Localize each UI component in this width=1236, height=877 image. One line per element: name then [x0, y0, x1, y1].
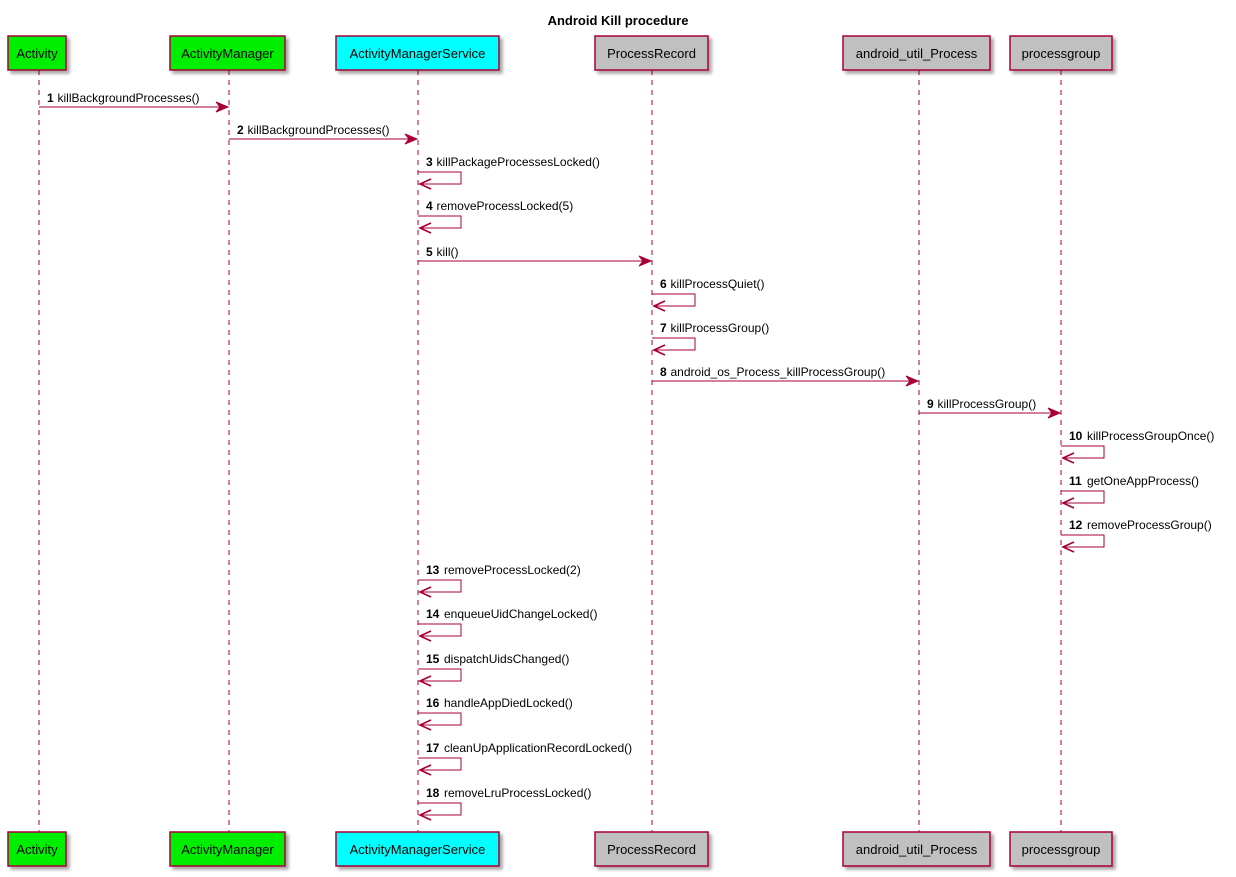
- message-number: 3: [426, 155, 433, 169]
- participant-label: ProcessRecord: [607, 46, 696, 61]
- message-label: removeProcessLocked(2): [444, 563, 581, 577]
- message-3: 3 killPackageProcessesLocked(): [418, 155, 600, 190]
- message-14: 14 enqueueUidChangeLocked(): [418, 607, 597, 642]
- participant-activitymanager-bottom: ActivityManager: [169, 831, 286, 867]
- message-number: 7: [660, 321, 667, 335]
- participant-label: processgroup: [1022, 842, 1101, 857]
- participant-headers-top: Activity ActivityManager ActivityManagerSe…: [7, 35, 1113, 71]
- participant-processrecord-top: ProcessRecord: [594, 35, 709, 71]
- sequence-diagram: Android Kill procedure Activity ActivityM…: [7, 13, 1214, 867]
- message-label: dispatchUidsChanged(): [444, 652, 569, 666]
- message-9: 9 killProcessGroup(): [919, 397, 1062, 419]
- participant-headers-bottom: Activity ActivityManager ActivityManagerSe…: [7, 831, 1113, 867]
- diagram-title: Android Kill procedure: [548, 13, 689, 28]
- participant-label: ActivityManagerService: [350, 46, 486, 61]
- participant-label: ActivityManager: [181, 46, 274, 61]
- participant-label: Activity: [16, 842, 58, 857]
- participant-label: processgroup: [1022, 46, 1101, 61]
- participant-activity-top: Activity: [7, 35, 67, 71]
- message-13: 13 removeProcessLocked(2): [418, 563, 581, 598]
- participant-label: ProcessRecord: [607, 842, 696, 857]
- message-label: removeLruProcessLocked(): [444, 786, 591, 800]
- participant-processgroup-bottom: processgroup: [1009, 831, 1113, 867]
- message-12: 12 removeProcessGroup(): [1061, 518, 1212, 553]
- message-label: removeProcessLocked(5): [437, 199, 574, 213]
- message-number: 13: [426, 563, 440, 577]
- participant-label: android_util_Process: [856, 842, 978, 857]
- message-5: 5 kill(): [418, 245, 653, 267]
- message-label: getOneAppProcess(): [1087, 474, 1199, 488]
- participant-android_util_process-bottom: android_util_Process: [842, 831, 991, 867]
- participant-processgroup-top: processgroup: [1009, 35, 1113, 71]
- message-17: 17 cleanUpApplicationRecordLocked(): [418, 741, 632, 776]
- message-7: 7 killProcessGroup(): [652, 321, 770, 356]
- participant-activitymanager-top: ActivityManager: [169, 35, 286, 71]
- message-8: 8 android_os_Process_killProcessGroup(): [652, 365, 920, 387]
- message-number: 4: [426, 199, 433, 213]
- message-label: killBackgroundProcesses(): [248, 123, 390, 137]
- message-10: 10 killProcessGroupOnce(): [1061, 429, 1214, 464]
- message-label: killProcessGroup(): [671, 321, 770, 335]
- participant-label: Activity: [16, 46, 58, 61]
- messages: 1 killBackgroundProcesses() 2 killBackgroun…: [39, 91, 1214, 821]
- message-number: 16: [426, 696, 440, 710]
- participant-ams-top: ActivityManagerService: [335, 35, 500, 71]
- message-number: 8: [660, 365, 667, 379]
- message-number: 9: [927, 397, 934, 411]
- message-6: 6 killProcessQuiet(): [652, 277, 765, 312]
- message-11: 11 getOneAppProcess(): [1061, 474, 1199, 509]
- message-label: killProcessGroupOnce(): [1087, 429, 1214, 443]
- message-18: 18 removeLruProcessLocked(): [418, 786, 591, 821]
- participant-activity-bottom: Activity: [7, 831, 67, 867]
- message-label: enqueueUidChangeLocked(): [444, 607, 597, 621]
- participant-ams-bottom: ActivityManagerService: [335, 831, 500, 867]
- message-label: killPackageProcessesLocked(): [437, 155, 600, 169]
- message-label: cleanUpApplicationRecordLocked(): [444, 741, 632, 755]
- message-number: 17: [426, 741, 440, 755]
- lifelines: [38, 70, 1062, 832]
- message-15: 15 dispatchUidsChanged(): [418, 652, 569, 687]
- message-number: 5: [426, 245, 433, 259]
- message-label: android_os_Process_killProcessGroup(): [671, 365, 886, 379]
- message-label: killProcessGroup(): [938, 397, 1037, 411]
- message-1: 1 killBackgroundProcesses(): [39, 91, 230, 113]
- participant-label: ActivityManager: [181, 842, 274, 857]
- message-number: 15: [426, 652, 440, 666]
- participant-label: ActivityManagerService: [350, 842, 486, 857]
- message-label: kill(): [437, 245, 459, 259]
- message-number: 12: [1069, 518, 1083, 532]
- participant-processrecord-bottom: ProcessRecord: [594, 831, 709, 867]
- message-16: 16 handleAppDiedLocked(): [418, 696, 573, 731]
- message-number: 6: [660, 277, 667, 291]
- message-label: killProcessQuiet(): [671, 277, 765, 291]
- message-number: 1: [47, 91, 54, 105]
- message-label: removeProcessGroup(): [1087, 518, 1212, 532]
- message-number: 14: [426, 607, 440, 621]
- participant-label: android_util_Process: [856, 46, 978, 61]
- message-number: 18: [426, 786, 440, 800]
- message-number: 2: [237, 123, 244, 137]
- message-number: 11: [1069, 474, 1082, 488]
- message-label: killBackgroundProcesses(): [58, 91, 200, 105]
- message-number: 10: [1069, 429, 1083, 443]
- participant-android_util_process-top: android_util_Process: [842, 35, 991, 71]
- message-4: 4 removeProcessLocked(5): [418, 199, 574, 234]
- message-2: 2 killBackgroundProcesses(): [229, 123, 419, 145]
- message-label: handleAppDiedLocked(): [444, 696, 573, 710]
